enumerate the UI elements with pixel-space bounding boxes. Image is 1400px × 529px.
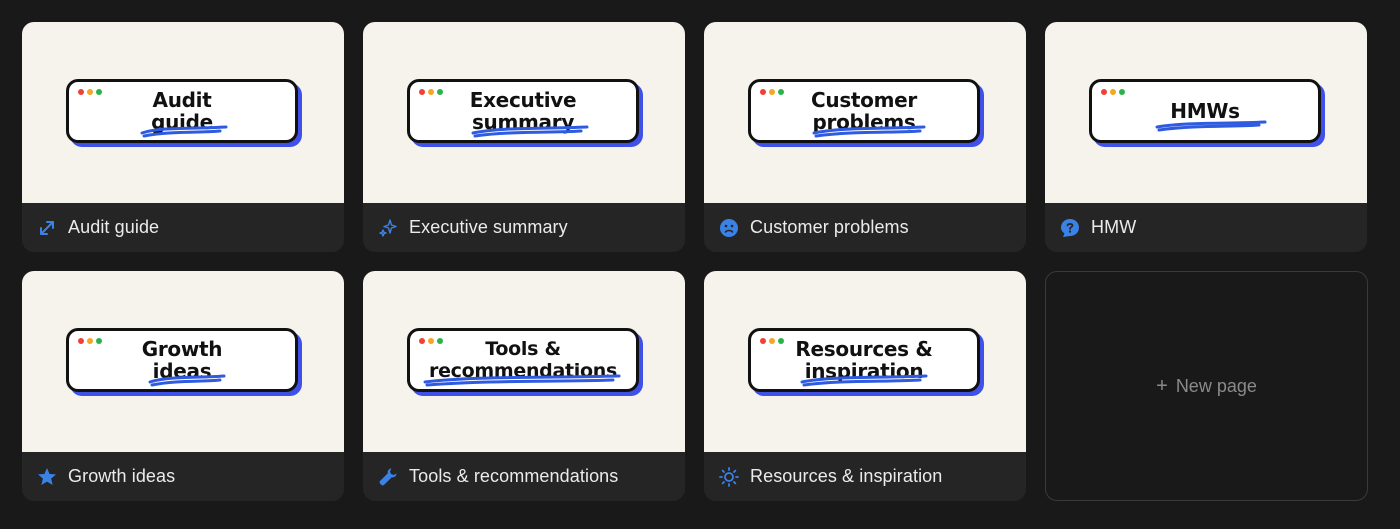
- card-cover: Audit guide: [22, 22, 344, 203]
- gallery-card-hmw[interactable]: HMWs HMW: [1045, 22, 1367, 252]
- card-title: Customer problems: [750, 217, 909, 237]
- gallery-card-audit-guide[interactable]: Audit guide Audit guide: [22, 22, 344, 252]
- cover-badge: Growth ideas: [66, 328, 302, 396]
- star-icon: [36, 466, 58, 488]
- card-cover: HMWs: [1045, 22, 1367, 203]
- badge-line-2: summary: [471, 110, 575, 134]
- badge-line-2: ideas: [152, 359, 212, 383]
- sun-icon: [718, 466, 740, 488]
- gallery-card-growth-ideas[interactable]: Growth ideas Growth ideas: [22, 271, 344, 501]
- card-cover: Customer problems: [704, 22, 1026, 203]
- gallery-card-tools-recommendations[interactable]: Tools & recommendations Tools & recommen…: [363, 271, 685, 501]
- gallery-card-executive-summary[interactable]: Executive summary Executive summary: [363, 22, 685, 252]
- card-title: HMW: [1091, 217, 1137, 237]
- card-caption: Customer problems: [704, 203, 1026, 252]
- badge-line-2: problems: [812, 110, 916, 134]
- badge-line-1: Resources &: [795, 337, 933, 361]
- sad-face-icon: [718, 217, 740, 239]
- question-bubble-icon: [1059, 217, 1081, 239]
- card-title: Tools & recommendations: [409, 466, 619, 486]
- badge-line-1: Growth: [141, 337, 223, 361]
- card-caption: Tools & recommendations: [363, 452, 685, 501]
- card-cover: Executive summary: [363, 22, 685, 203]
- badge-line-1: Tools &: [485, 338, 561, 360]
- gallery-card-resources-inspiration[interactable]: Resources & inspiration Resources & insp…: [704, 271, 1026, 501]
- cover-badge: HMWs: [1089, 79, 1325, 147]
- card-cover: Growth ideas: [22, 271, 344, 452]
- badge-line-1: Audit: [152, 88, 212, 112]
- new-page-button[interactable]: + New page: [1045, 271, 1368, 501]
- badge-line-1: Executive: [469, 88, 577, 112]
- cover-badge: Resources & inspiration: [748, 328, 984, 396]
- card-cover: Tools & recommendations: [363, 271, 685, 452]
- card-title: Executive summary: [409, 217, 568, 237]
- cover-badge: Customer problems: [748, 79, 984, 147]
- card-caption: HMW: [1045, 203, 1367, 252]
- arrows-icon: [36, 217, 58, 239]
- cover-badge: Audit guide: [66, 79, 302, 147]
- card-title: Resources & inspiration: [750, 466, 943, 486]
- gallery-grid: Audit guide Audit guide Executive summar…: [0, 0, 1400, 529]
- card-caption: Audit guide: [22, 203, 344, 252]
- badge-line-2: guide: [151, 110, 213, 134]
- card-caption: Growth ideas: [22, 452, 344, 501]
- card-title: Growth ideas: [68, 466, 176, 486]
- window-dots: [1101, 89, 1125, 95]
- card-caption: Executive summary: [363, 203, 685, 252]
- badge-line-2: inspiration: [804, 359, 924, 383]
- plus-icon: +: [1156, 374, 1168, 397]
- wrench-icon: [377, 466, 399, 488]
- badge-line-1: Customer: [811, 88, 917, 112]
- card-caption: Resources & inspiration: [704, 452, 1026, 501]
- cover-badge: Tools & recommendations: [407, 328, 643, 396]
- new-page-label: New page: [1175, 375, 1257, 396]
- cover-badge: Executive summary: [407, 79, 643, 147]
- sparkles-icon: [377, 217, 399, 239]
- card-cover: Resources & inspiration: [704, 271, 1026, 452]
- badge-line-1: HMWs: [1170, 99, 1240, 123]
- gallery-card-customer-problems[interactable]: Customer problems Customer problems: [704, 22, 1026, 252]
- badge-line-2: recommendations: [429, 360, 617, 382]
- card-title: Audit guide: [68, 217, 160, 237]
